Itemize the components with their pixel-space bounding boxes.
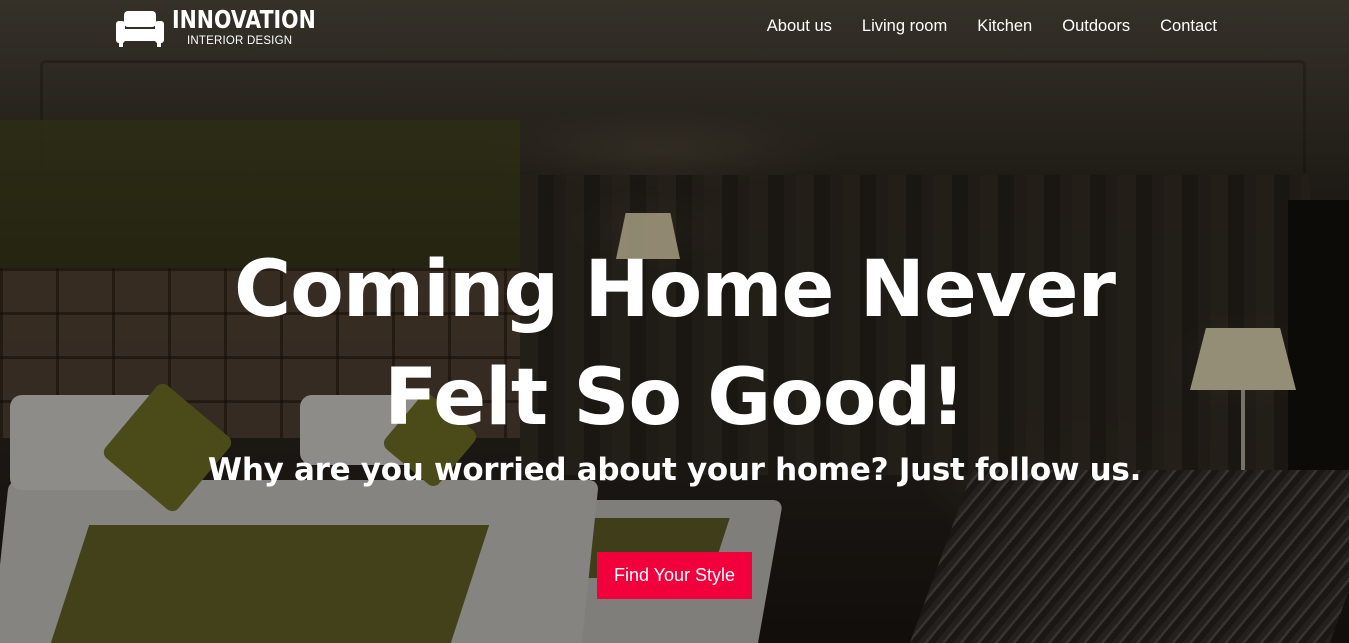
brand-tagline: INTERIOR DESIGN <box>187 35 293 47</box>
brand-logo[interactable]: INNOVATION INTERIOR DESIGN <box>116 5 316 52</box>
main-menu: About us Living room Kitchen Outdoors Co… <box>767 17 1217 36</box>
nav-link-living-room[interactable]: Living room <box>862 17 947 36</box>
brand-name: INNOVATION <box>172 5 316 34</box>
hero-headline-line-1: Coming Home Never <box>234 245 1116 335</box>
nav-link-kitchen[interactable]: Kitchen <box>977 17 1032 36</box>
sofa-icon <box>116 11 164 47</box>
find-your-style-button[interactable]: Find Your Style <box>597 552 752 599</box>
top-navbar: INNOVATION INTERIOR DESIGN About us Livi… <box>0 0 1349 60</box>
hero-section: INNOVATION INTERIOR DESIGN About us Livi… <box>0 0 1349 643</box>
nav-link-about-us[interactable]: About us <box>767 17 832 36</box>
nav-link-outdoors[interactable]: Outdoors <box>1062 17 1130 36</box>
hero-subheadline: Why are you worried about your home? Jus… <box>207 452 1142 488</box>
hero-headline: Coming Home Never Felt So Good! <box>0 236 1349 452</box>
hero-headline-line-2: Felt So Good! <box>384 353 966 443</box>
nav-link-contact[interactable]: Contact <box>1160 17 1217 36</box>
